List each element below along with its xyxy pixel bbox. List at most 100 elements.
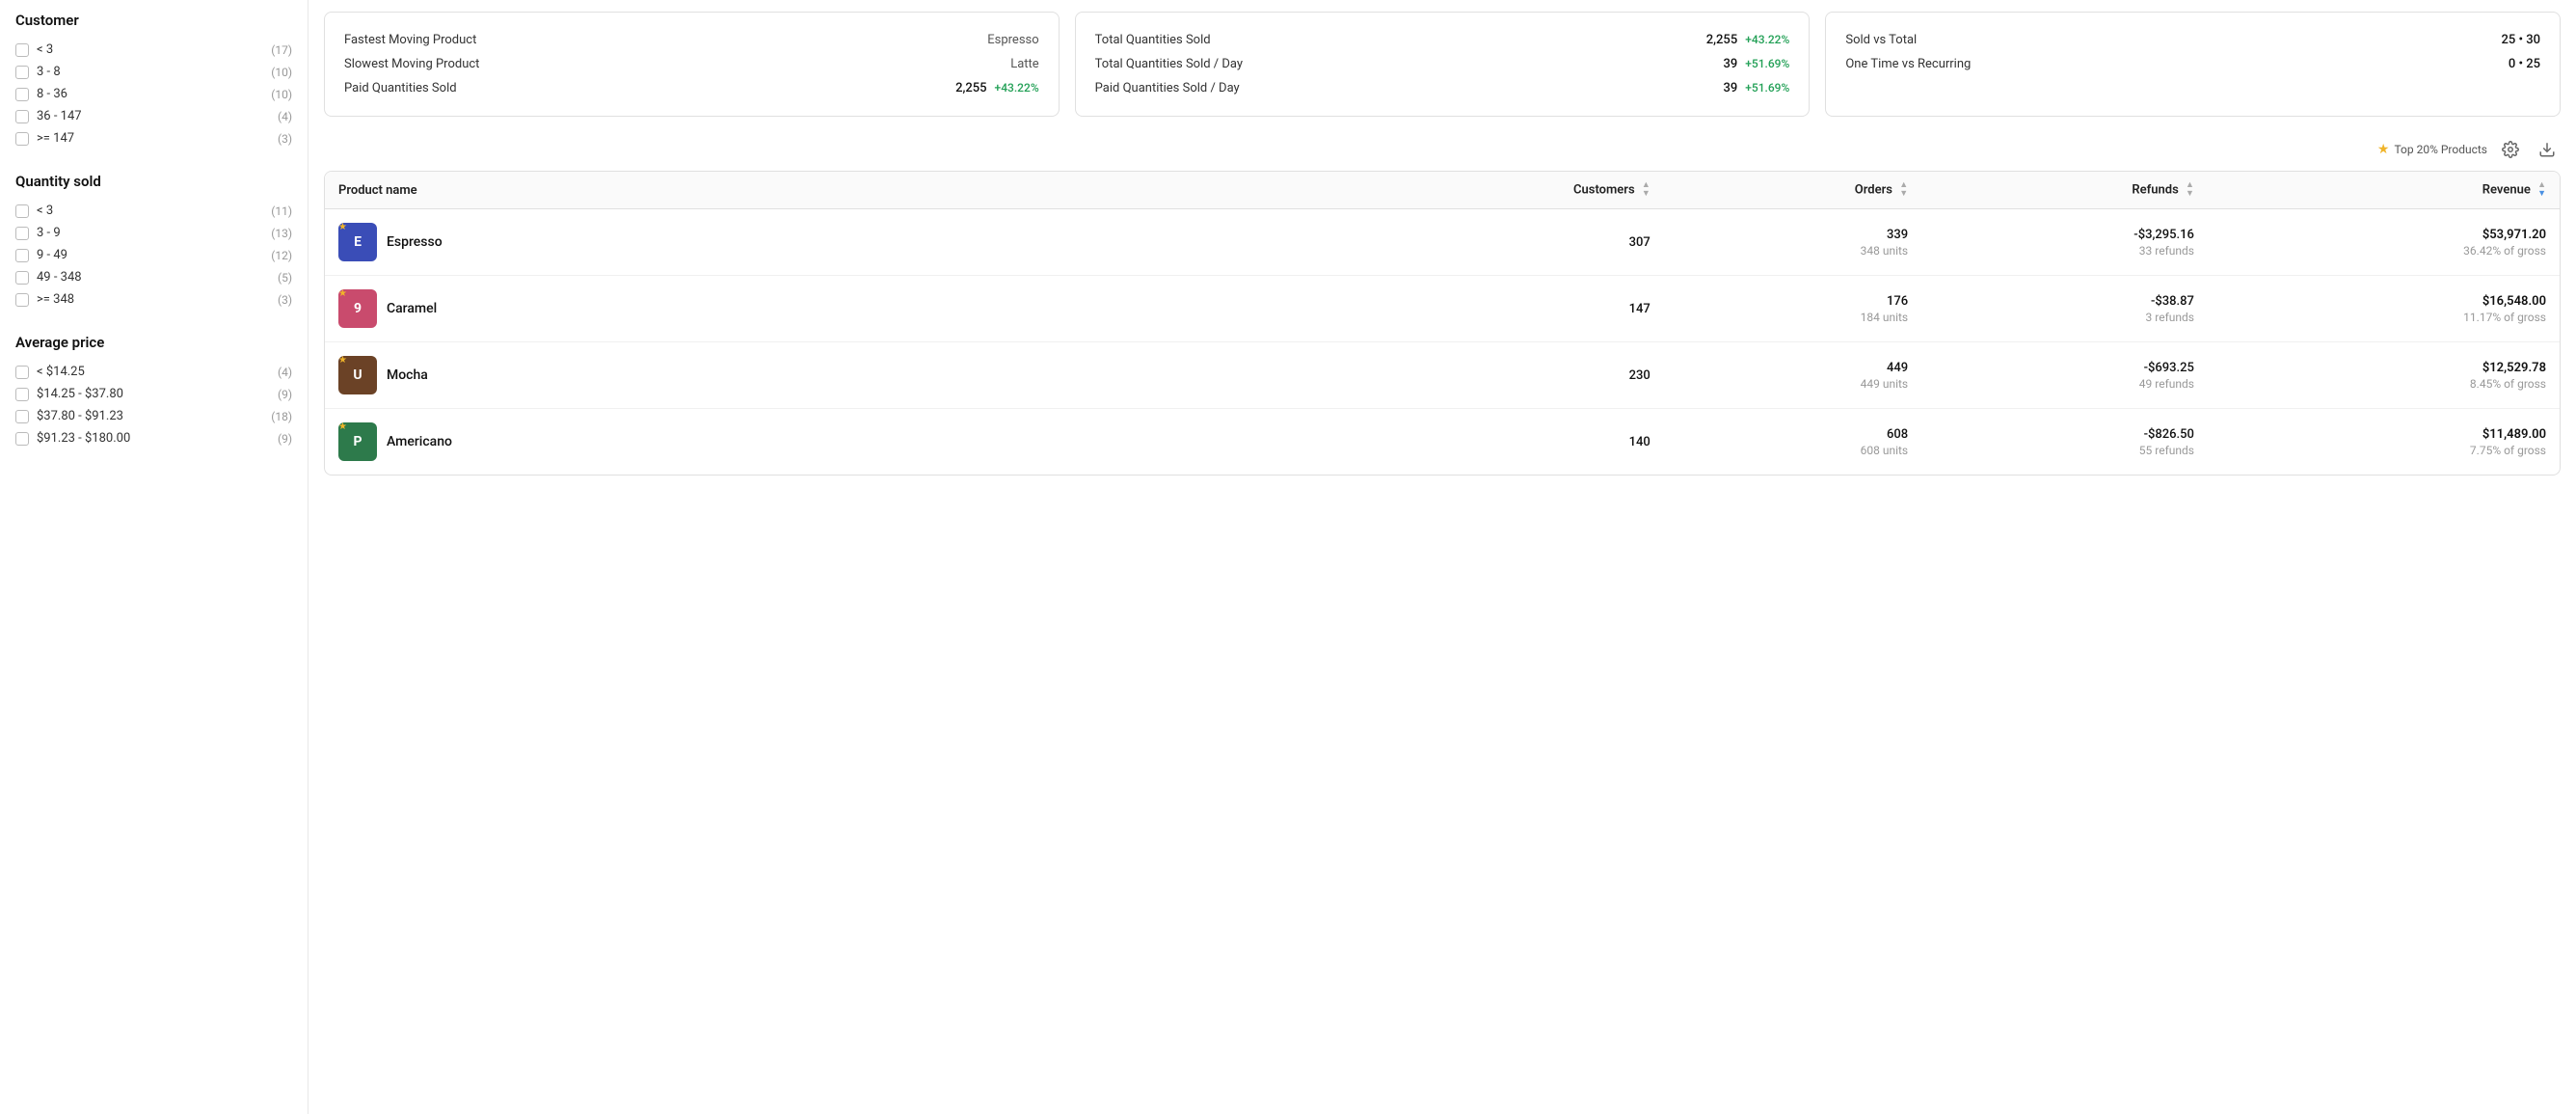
- filter-label-customer-4: >= 147: [37, 131, 74, 146]
- one-time-vs-recurring-label: One Time vs Recurring: [1845, 57, 1971, 71]
- filter-label-customer-0: < 3: [37, 42, 53, 57]
- filter-checkbox-customer-1[interactable]: [15, 66, 29, 79]
- filter-checkbox-quantity_sold-2[interactable]: [15, 249, 29, 262]
- filter-label-average_price-1: $14.25 - $37.80: [37, 387, 123, 401]
- table-row: ★PAmericano140608608 units-$826.5055 ref…: [325, 409, 2560, 475]
- filter-count-customer-4: (3): [278, 132, 292, 146]
- filter-checkbox-quantity_sold-4[interactable]: [15, 293, 29, 307]
- list-item: $37.80 - $91.23(18): [15, 405, 292, 427]
- settings-button[interactable]: [2497, 136, 2524, 163]
- sold-vs-total-label: Sold vs Total: [1845, 33, 1917, 47]
- filter-checkbox-customer-3[interactable]: [15, 110, 29, 123]
- filter-label-customer-3: 36 - 147: [37, 109, 82, 123]
- top20-star-icon: ★: [338, 422, 347, 432]
- product-cell-mocha: ★UMocha: [325, 342, 1330, 409]
- paid-qty-badge: +43.22%: [995, 81, 1039, 95]
- col-orders[interactable]: Orders ▲▼: [1664, 172, 1921, 209]
- product-image-letter: P: [353, 434, 362, 449]
- refunds-americano: -$826.5055 refunds: [1921, 409, 2208, 475]
- total-qty-badge: +43.22%: [1745, 33, 1789, 46]
- filter-checkbox-customer-2[interactable]: [15, 88, 29, 101]
- filter-section-average_price: Average price< $14.25(4)$14.25 - $37.80(…: [15, 334, 292, 449]
- filter-checkbox-quantity_sold-0[interactable]: [15, 204, 29, 218]
- list-item: 49 - 348(5): [15, 266, 292, 288]
- filter-count-quantity_sold-0: (11): [271, 204, 292, 218]
- refunds-sort-icon: ▲▼: [2186, 181, 2194, 199]
- total-qty-value: 2,255: [1706, 33, 1737, 47]
- filter-count-average_price-3: (9): [278, 432, 292, 446]
- filter-label-quantity_sold-1: 3 - 9: [37, 226, 61, 240]
- product-image-americano: ★P: [338, 422, 377, 461]
- filter-checkbox-average_price-2[interactable]: [15, 410, 29, 423]
- one-time-vs-recurring-value: 0 • 25: [2509, 57, 2540, 71]
- top-controls: ★ Top 20% Products: [324, 136, 2561, 163]
- list-item: >= 147 (3): [15, 127, 292, 149]
- top20-star-icon: ★: [338, 223, 347, 232]
- product-image-letter: E: [354, 234, 362, 250]
- top20-star-icon: ★: [338, 356, 347, 366]
- table-row: ★UMocha230449449 units-$693.2549 refunds…: [325, 342, 2560, 409]
- col-customers[interactable]: Customers ▲▼: [1330, 172, 1664, 209]
- product-cell-caramel: ★9Caramel: [325, 276, 1330, 342]
- list-item: < 3 (11): [15, 200, 292, 222]
- paid-qty-day-value: 39: [1723, 81, 1737, 95]
- col-revenue[interactable]: Revenue ▲▼: [2208, 172, 2560, 209]
- products-table-container: Product name Customers ▲▼ Orders ▲▼: [324, 171, 2561, 475]
- total-qty-row: Total Quantities Sold 2,255 +43.22%: [1095, 28, 1790, 52]
- paid-qty-label: Paid Quantities Sold: [344, 81, 457, 95]
- top20-star-icon: ★: [338, 289, 347, 299]
- filter-label-quantity_sold-0: < 3: [37, 204, 53, 218]
- filter-checkbox-customer-4[interactable]: [15, 132, 29, 146]
- filter-checkbox-average_price-3[interactable]: [15, 432, 29, 446]
- orders-caramel: 176184 units: [1664, 276, 1921, 342]
- stats-row: Fastest Moving Product Espresso Slowest …: [324, 12, 2561, 117]
- product-image-letter: 9: [354, 301, 362, 316]
- filter-count-quantity_sold-1: (13): [271, 227, 292, 240]
- products-table: Product name Customers ▲▼ Orders ▲▼: [325, 172, 2560, 475]
- filter-checkbox-average_price-0[interactable]: [15, 366, 29, 379]
- paid-qty-day-badge: +51.69%: [1745, 81, 1789, 95]
- customers-mocha: 230: [1330, 342, 1664, 409]
- revenue-americano: $11,489.007.75% of gross: [2208, 409, 2560, 475]
- fastest-moving-value: Espresso: [987, 33, 1038, 47]
- download-button[interactable]: [2534, 136, 2561, 163]
- table-body: ★EEspresso307339348 units-$3,295.1633 re…: [325, 209, 2560, 475]
- filter-label-customer-1: 3 - 8: [37, 65, 61, 79]
- filter-checkbox-customer-0[interactable]: [15, 43, 29, 57]
- list-item: 36 - 147(4): [15, 105, 292, 127]
- list-item: $91.23 - $180.00 (9): [15, 427, 292, 449]
- slowest-moving-value: Latte: [1010, 57, 1038, 71]
- filter-label-customer-2: 8 - 36: [37, 87, 67, 101]
- filter-count-quantity_sold-3: (5): [278, 271, 292, 285]
- col-product-name[interactable]: Product name: [325, 172, 1330, 209]
- sold-vs-total-row: Sold vs Total 25 • 30: [1845, 28, 2540, 52]
- table-header-row: Product name Customers ▲▼ Orders ▲▼: [325, 172, 2560, 209]
- filter-checkbox-average_price-1[interactable]: [15, 388, 29, 401]
- total-qty-day-value: 39: [1723, 57, 1737, 71]
- filter-label-average_price-3: $91.23 - $180.00: [37, 431, 130, 446]
- list-item: 8 - 36(10): [15, 83, 292, 105]
- filter-count-customer-0: (17): [271, 43, 292, 57]
- filter-checkbox-quantity_sold-1[interactable]: [15, 227, 29, 240]
- total-qty-day-row: Total Quantities Sold / Day 39 +51.69%: [1095, 52, 1790, 76]
- list-item: 3 - 8(10): [15, 61, 292, 83]
- col-refunds[interactable]: Refunds ▲▼: [1921, 172, 2208, 209]
- filter-checkbox-quantity_sold-3[interactable]: [15, 271, 29, 285]
- filter-count-average_price-0: (4): [278, 366, 292, 379]
- stats-card-sold-vs: Sold vs Total 25 • 30 One Time vs Recurr…: [1825, 12, 2561, 117]
- slowest-moving-row: Slowest Moving Product Latte: [344, 52, 1039, 76]
- product-name-espresso: Espresso: [387, 234, 443, 250]
- paid-qty-day-row: Paid Quantities Sold / Day 39 +51.69%: [1095, 76, 1790, 100]
- slowest-moving-label: Slowest Moving Product: [344, 57, 479, 71]
- paid-qty-value: 2,255: [955, 81, 986, 95]
- filter-label-quantity_sold-2: 9 - 49: [37, 248, 67, 262]
- filter-count-quantity_sold-4: (3): [278, 293, 292, 307]
- list-item: 9 - 49(12): [15, 244, 292, 266]
- revenue-caramel: $16,548.0011.17% of gross: [2208, 276, 2560, 342]
- paid-qty-day-label: Paid Quantities Sold / Day: [1095, 81, 1240, 95]
- list-item: 3 - 9 (13): [15, 222, 292, 244]
- list-item: $14.25 - $37.80(9): [15, 383, 292, 405]
- customers-caramel: 147: [1330, 276, 1664, 342]
- orders-espresso: 339348 units: [1664, 209, 1921, 276]
- customers-espresso: 307: [1330, 209, 1664, 276]
